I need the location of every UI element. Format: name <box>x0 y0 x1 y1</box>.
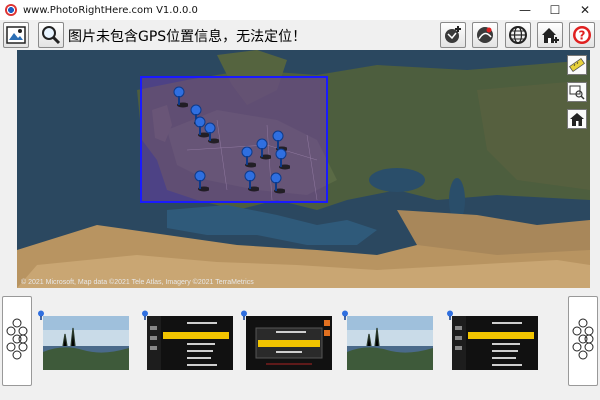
app-window: www.PhotoRightHere.com V1.0.0.0 — ☐ ✕ 图片… <box>0 0 600 400</box>
home-icon <box>570 113 584 126</box>
camera-menu-photo <box>246 316 332 370</box>
hexagon-cluster-icon <box>6 318 28 360</box>
map-pin-icon[interactable] <box>255 138 271 160</box>
camera-menu-photo <box>452 316 538 370</box>
home-button[interactable] <box>567 109 587 129</box>
globe-grid-button[interactable] <box>505 22 531 48</box>
gps-status-message: 图片未包含GPS位置信息，无法定位！ <box>68 29 307 45</box>
photo-filmstrip <box>0 290 600 400</box>
camera-menu-photo <box>147 316 233 370</box>
satellite-map[interactable]: © 2021 Microsoft, Map data ©2021 Tele At… <box>17 50 590 288</box>
add-location-icon <box>445 26 461 43</box>
search-button[interactable] <box>38 22 64 48</box>
landscape-photo <box>43 316 129 370</box>
search-icon <box>42 26 61 45</box>
map-pin-icon[interactable] <box>240 146 256 168</box>
route-icon <box>477 27 493 43</box>
toolbar: 图片未包含GPS位置信息，无法定位！ ? <box>0 20 600 50</box>
home-plus-icon <box>542 28 559 43</box>
photo-thumbnail[interactable] <box>147 316 233 370</box>
selection-rectangle[interactable] <box>140 76 328 203</box>
landscape-photo <box>347 316 433 370</box>
photo-thumbnail[interactable] <box>452 316 538 370</box>
hexagon-cluster-icon <box>572 318 594 360</box>
open-photo-button[interactable] <box>3 22 29 48</box>
photo-thumbnail[interactable] <box>43 316 129 370</box>
zoom-window-button[interactable] <box>567 82 587 102</box>
map-pin-icon[interactable] <box>243 170 259 192</box>
map-pin-icon[interactable] <box>274 148 290 170</box>
home-plus-button[interactable] <box>537 22 563 48</box>
help-icon: ? <box>573 26 591 44</box>
help-button[interactable]: ? <box>569 22 595 48</box>
maximize-button[interactable]: ☐ <box>540 0 570 20</box>
window-title: www.PhotoRightHere.com V1.0.0.0 <box>23 4 198 16</box>
svg-text:?: ? <box>579 29 586 43</box>
map-attribution: © 2021 Microsoft, Map data ©2021 Tele At… <box>21 279 254 286</box>
route-button[interactable] <box>472 22 498 48</box>
globe-grid-icon <box>509 26 527 44</box>
map-pin-icon[interactable] <box>193 170 209 192</box>
zoom-window-icon <box>569 85 585 100</box>
app-logo-icon <box>5 4 17 16</box>
close-button[interactable]: ✕ <box>570 0 600 20</box>
open-photo-icon <box>6 26 26 44</box>
title-bar[interactable]: www.PhotoRightHere.com V1.0.0.0 — ☐ ✕ <box>0 0 600 20</box>
map-pin-icon[interactable] <box>269 172 285 194</box>
ruler-icon <box>569 57 585 73</box>
minimize-button[interactable]: — <box>510 0 540 20</box>
map-pin-icon[interactable] <box>172 86 188 108</box>
filmstrip-next-button[interactable] <box>568 296 598 386</box>
filmstrip-prev-button[interactable] <box>2 296 32 386</box>
map-pin-icon[interactable] <box>203 122 219 144</box>
photo-thumbnail[interactable] <box>246 316 332 370</box>
add-location-button[interactable] <box>440 22 466 48</box>
photo-thumbnail[interactable] <box>347 316 433 370</box>
ruler-button[interactable] <box>567 55 587 75</box>
